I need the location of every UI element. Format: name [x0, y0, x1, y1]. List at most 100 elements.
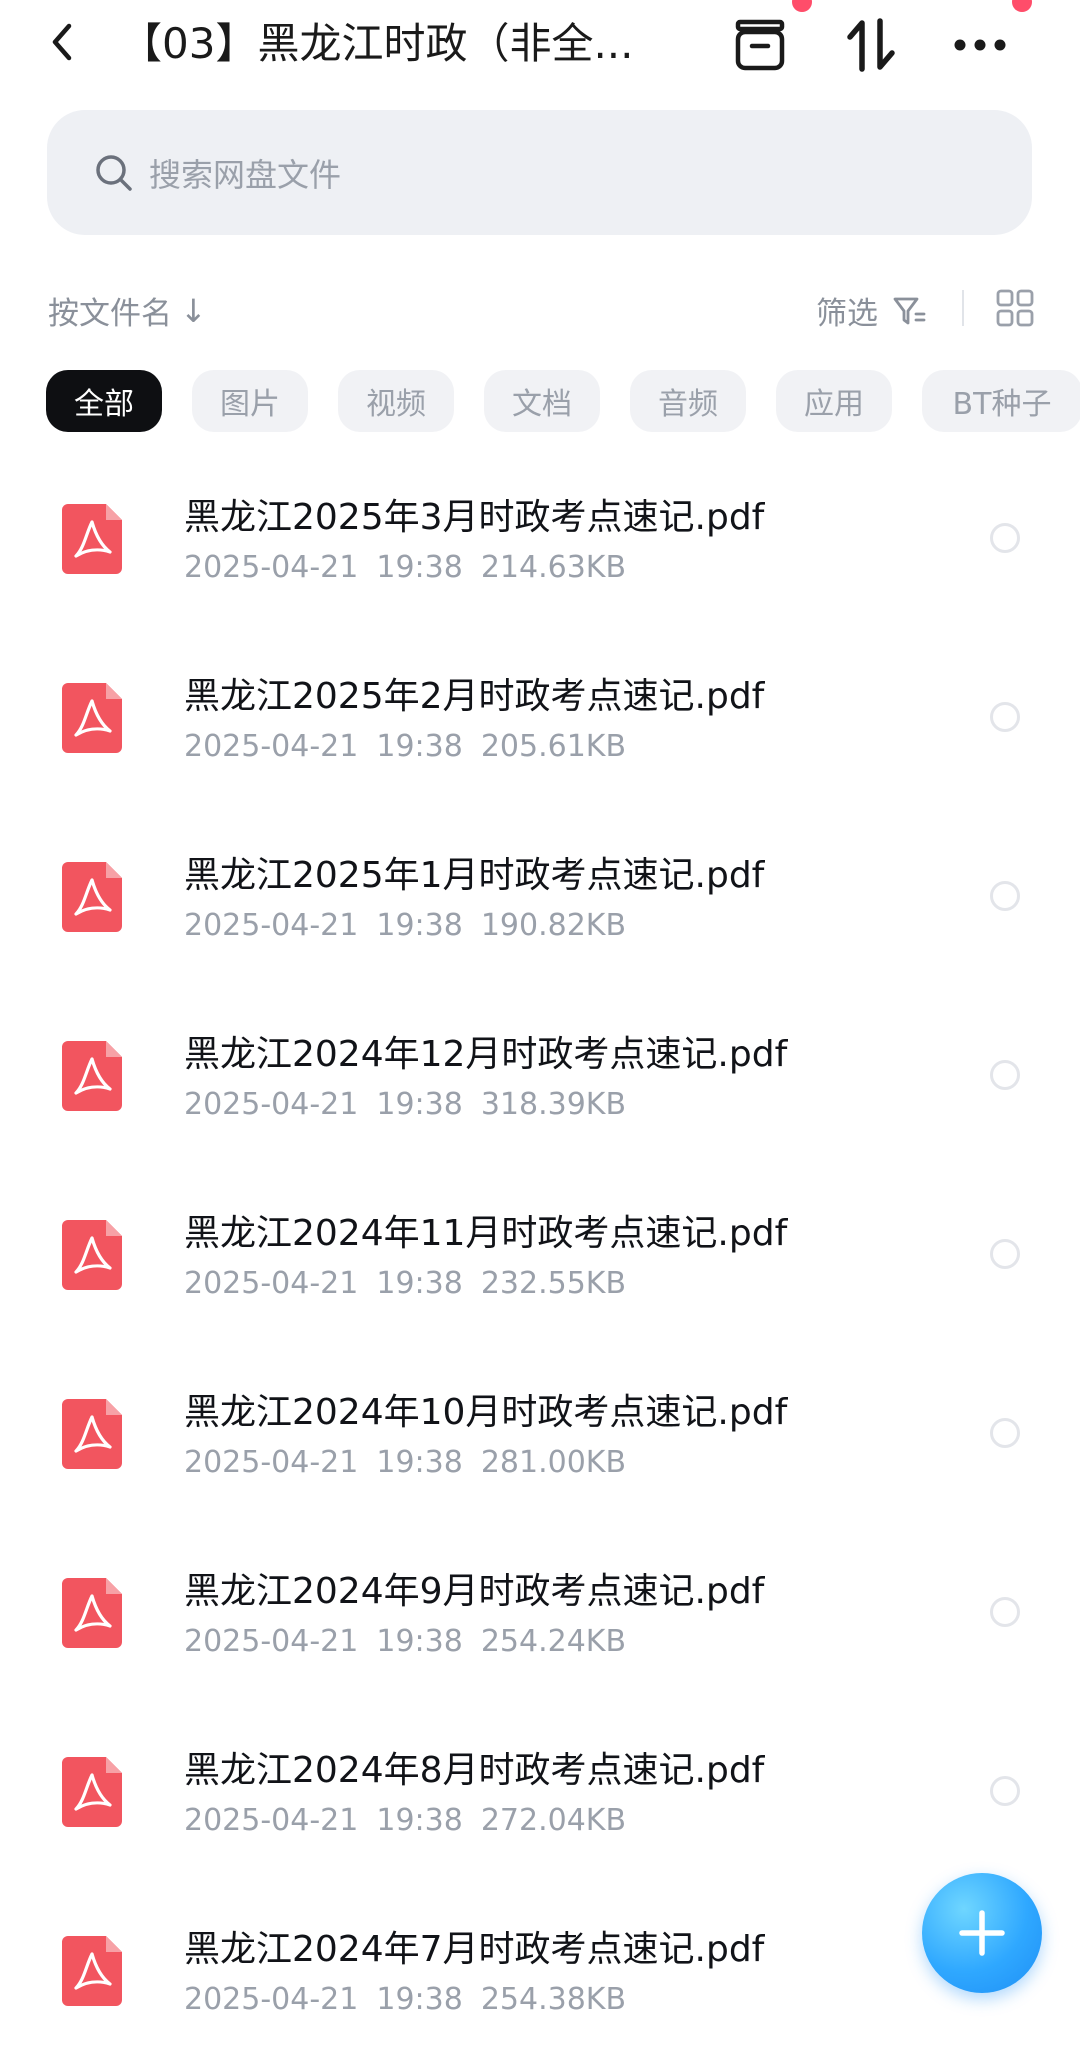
filter-icon: [892, 294, 926, 328]
filter-button[interactable]: 筛选: [816, 288, 926, 333]
search-placeholder: 搜索网盘文件: [149, 155, 342, 194]
search-icon: [93, 152, 135, 194]
grid-view-button[interactable]: [995, 288, 1035, 328]
file-date: 2025-04-21: [184, 1982, 359, 2017]
file-date: 2025-04-21: [184, 1266, 359, 1301]
file-size: 205.61KB: [480, 729, 627, 764]
file-list: 黑龙江2025年3月时政考点速记.pdf 2025-04-21 19:38 214.…: [0, 460, 1080, 2071]
pdf-file-icon: [62, 1220, 122, 1290]
sort-by-name-button[interactable]: 按文件名 ↓: [48, 288, 207, 333]
file-time: 19:38: [376, 729, 463, 764]
file-row[interactable]: 黑龙江2024年11月时政考点速记.pdf 2025-04-21 19:38 232…: [0, 1176, 1080, 1355]
category-chip-documents[interactable]: 文档: [484, 370, 600, 432]
back-button[interactable]: [40, 12, 84, 72]
filter-label: 筛选: [816, 296, 878, 332]
select-checkbox[interactable]: [990, 1418, 1020, 1448]
file-meta: 2025-04-21 19:38 205.61KB: [184, 729, 644, 764]
select-checkbox[interactable]: [990, 523, 1020, 553]
file-time: 19:38: [376, 1624, 463, 1659]
file-name: 黑龙江2024年10月时政考点速记.pdf: [184, 1392, 788, 1433]
top-bar: 【03】黑龙江时政（非全...: [0, 0, 1080, 88]
file-date: 2025-04-21: [184, 1803, 359, 1838]
file-name: 黑龙江2025年3月时政考点速记.pdf: [184, 497, 765, 538]
pdf-file-icon: [62, 504, 122, 574]
file-name: 黑龙江2024年11月时政考点速记.pdf: [184, 1213, 788, 1254]
select-checkbox[interactable]: [990, 881, 1020, 911]
divider: [962, 290, 964, 326]
file-time: 19:38: [376, 1445, 463, 1480]
file-time: 19:38: [376, 550, 463, 585]
notification-dot: [792, 0, 812, 12]
file-date: 2025-04-21: [184, 908, 359, 943]
sort-direction-icon: ↓: [180, 291, 207, 330]
file-meta: 2025-04-21 19:38 318.39KB: [184, 1087, 644, 1122]
file-name: 黑龙江2024年8月时政考点速记.pdf: [184, 1750, 765, 1791]
file-name: 黑龙江2025年1月时政考点速记.pdf: [184, 855, 765, 896]
sort-label: 按文件名: [48, 296, 172, 332]
file-row[interactable]: 黑龙江2024年9月时政考点速记.pdf 2025-04-21 19:38 254.…: [0, 1534, 1080, 1713]
file-size: 272.04KB: [480, 1803, 627, 1838]
file-size: 254.24KB: [480, 1624, 627, 1659]
select-checkbox[interactable]: [990, 1239, 1020, 1269]
file-size: 214.63KB: [480, 550, 627, 585]
file-date: 2025-04-21: [184, 1087, 359, 1122]
category-chip-audio[interactable]: 音频: [630, 370, 746, 432]
file-size: 318.39KB: [480, 1087, 627, 1122]
category-tabs: 全部 图片 视频 文档 音频 应用 BT种子: [46, 370, 1080, 434]
pdf-file-icon: [62, 1578, 122, 1648]
file-meta: 2025-04-21 19:38 281.00KB: [184, 1445, 644, 1480]
pdf-file-icon: [62, 1041, 122, 1111]
file-row[interactable]: 黑龙江2024年7月时政考点速记.pdf 2025-04-21 19:38 254.…: [0, 1892, 1080, 2071]
file-meta: 2025-04-21 19:38 272.04KB: [184, 1803, 644, 1838]
file-time: 19:38: [376, 908, 463, 943]
file-row[interactable]: 黑龙江2025年2月时政考点速记.pdf 2025-04-21 19:38 205.…: [0, 639, 1080, 818]
archive-box-icon: [735, 19, 785, 71]
file-size: 232.55KB: [480, 1266, 627, 1301]
search-bar[interactable]: 搜索网盘文件: [47, 110, 1032, 235]
category-chip-videos[interactable]: 视频: [338, 370, 454, 432]
file-meta: 2025-04-21 19:38 214.63KB: [184, 550, 644, 585]
category-chip-all[interactable]: 全部: [46, 370, 162, 432]
file-meta: 2025-04-21 19:38 232.55KB: [184, 1266, 644, 1301]
file-date: 2025-04-21: [184, 729, 359, 764]
sort-toolbar: 按文件名 ↓ 筛选: [48, 278, 1038, 338]
category-chip-bt[interactable]: BT种子: [922, 370, 1080, 432]
more-button[interactable]: [945, 10, 1015, 80]
file-date: 2025-04-21: [184, 1624, 359, 1659]
pdf-file-icon: [62, 1757, 122, 1827]
file-meta: 2025-04-21 19:38 254.24KB: [184, 1624, 644, 1659]
file-time: 19:38: [376, 1266, 463, 1301]
file-row[interactable]: 黑龙江2024年10月时政考点速记.pdf 2025-04-21 19:38 281…: [0, 1355, 1080, 1534]
pdf-file-icon: [62, 862, 122, 932]
sort-transfer-icon: [847, 18, 895, 72]
file-meta: 2025-04-21 19:38 190.82KB: [184, 908, 644, 943]
file-time: 19:38: [376, 1087, 463, 1122]
file-row[interactable]: 黑龙江2024年8月时政考点速记.pdf 2025-04-21 19:38 272.…: [0, 1713, 1080, 1892]
category-chip-images[interactable]: 图片: [192, 370, 308, 432]
file-row[interactable]: 黑龙江2024年12月时政考点速记.pdf 2025-04-21 19:38 318…: [0, 997, 1080, 1176]
file-time: 19:38: [376, 1803, 463, 1838]
select-checkbox[interactable]: [990, 1060, 1020, 1090]
more-dots-icon: [954, 39, 1006, 51]
file-name: 黑龙江2024年7月时政考点速记.pdf: [184, 1929, 765, 1970]
add-button[interactable]: [922, 1873, 1042, 1993]
select-checkbox[interactable]: [990, 1776, 1020, 1806]
file-row[interactable]: 黑龙江2025年1月时政考点速记.pdf 2025-04-21 19:38 190.…: [0, 818, 1080, 997]
file-meta: 2025-04-21 19:38 254.38KB: [184, 1982, 644, 2017]
file-name: 黑龙江2025年2月时政考点速记.pdf: [184, 676, 765, 717]
select-checkbox[interactable]: [990, 1597, 1020, 1627]
file-size: 281.00KB: [480, 1445, 627, 1480]
file-time: 19:38: [376, 1982, 463, 2017]
file-date: 2025-04-21: [184, 1445, 359, 1480]
file-date: 2025-04-21: [184, 550, 359, 585]
select-checkbox[interactable]: [990, 702, 1020, 732]
transfer-button[interactable]: [836, 10, 906, 80]
category-chip-apps[interactable]: 应用: [776, 370, 892, 432]
file-row[interactable]: 黑龙江2025年3月时政考点速记.pdf 2025-04-21 19:38 214.…: [0, 460, 1080, 639]
archive-button[interactable]: [725, 10, 795, 80]
file-name: 黑龙江2024年12月时政考点速记.pdf: [184, 1034, 788, 1075]
notification-dot: [1012, 0, 1032, 12]
pdf-file-icon: [62, 1399, 122, 1469]
file-size: 254.38KB: [480, 1982, 627, 2017]
pdf-file-icon: [62, 683, 122, 753]
